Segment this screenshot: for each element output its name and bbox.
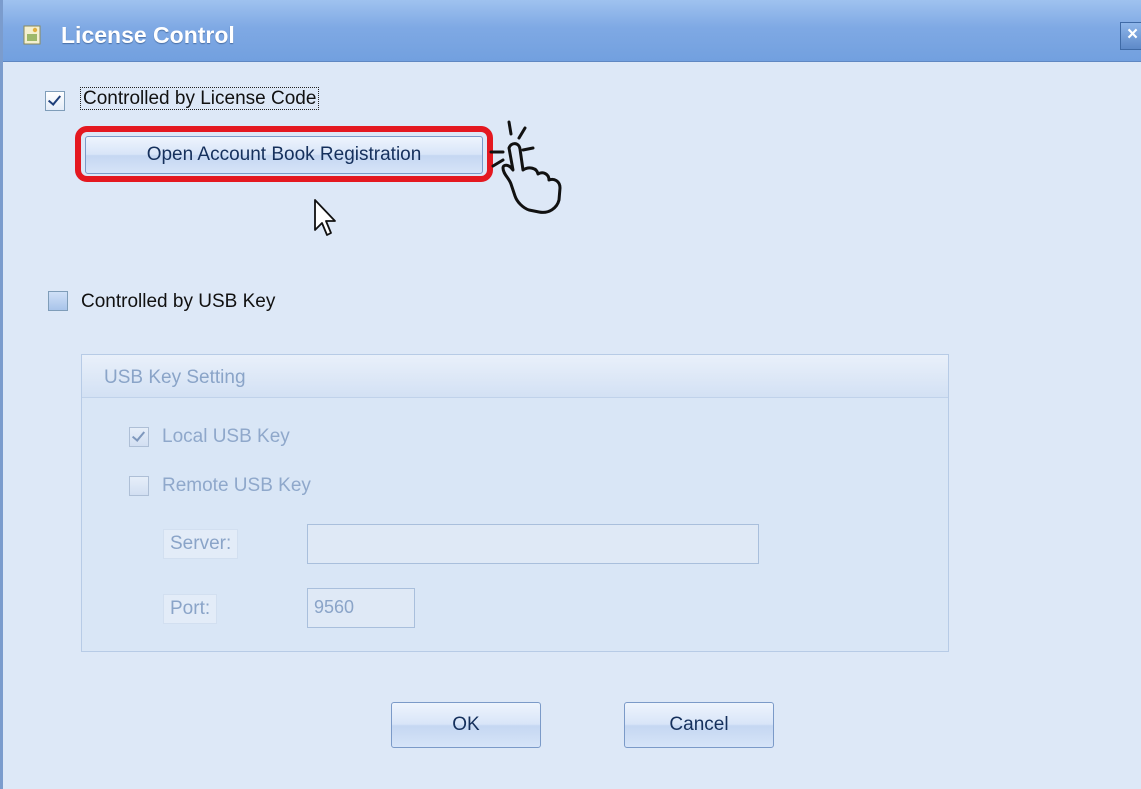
app-icon [23,25,41,45]
usb-key-setting-group: USB Key Setting Local USB Key Remote USB… [81,354,949,652]
usb-key-checkbox[interactable] [48,291,68,311]
server-label: Server: [163,529,239,559]
license-control-dialog: License Control × Controlled by License … [0,0,1141,789]
mouse-cursor-icon [314,199,336,236]
license-code-label[interactable]: Controlled by License Code [80,87,320,110]
port-label: Port: [163,594,218,624]
group-title: USB Key Setting [104,367,246,388]
close-button[interactable]: × [1120,22,1141,50]
window-title: License Control [61,22,235,48]
remote-usb-key-checkbox[interactable] [129,476,149,496]
local-usb-key-label[interactable]: Local USB Key [162,426,290,448]
ok-button[interactable]: OK [391,702,541,748]
group-header: USB Key Setting [82,355,948,398]
usb-key-label[interactable]: Controlled by USB Key [81,291,275,313]
highlight-annotation [75,126,493,182]
server-input[interactable] [307,524,759,564]
cancel-button[interactable]: Cancel [624,702,774,748]
close-icon: × [1126,24,1139,45]
tap-hand-icon [489,120,562,214]
license-code-checkbox[interactable] [45,91,65,111]
port-input[interactable]: 9560 [307,588,415,628]
remote-usb-key-label[interactable]: Remote USB Key [162,475,311,497]
title-bar: License Control × [3,0,1141,62]
local-usb-key-checkbox[interactable] [129,427,149,447]
